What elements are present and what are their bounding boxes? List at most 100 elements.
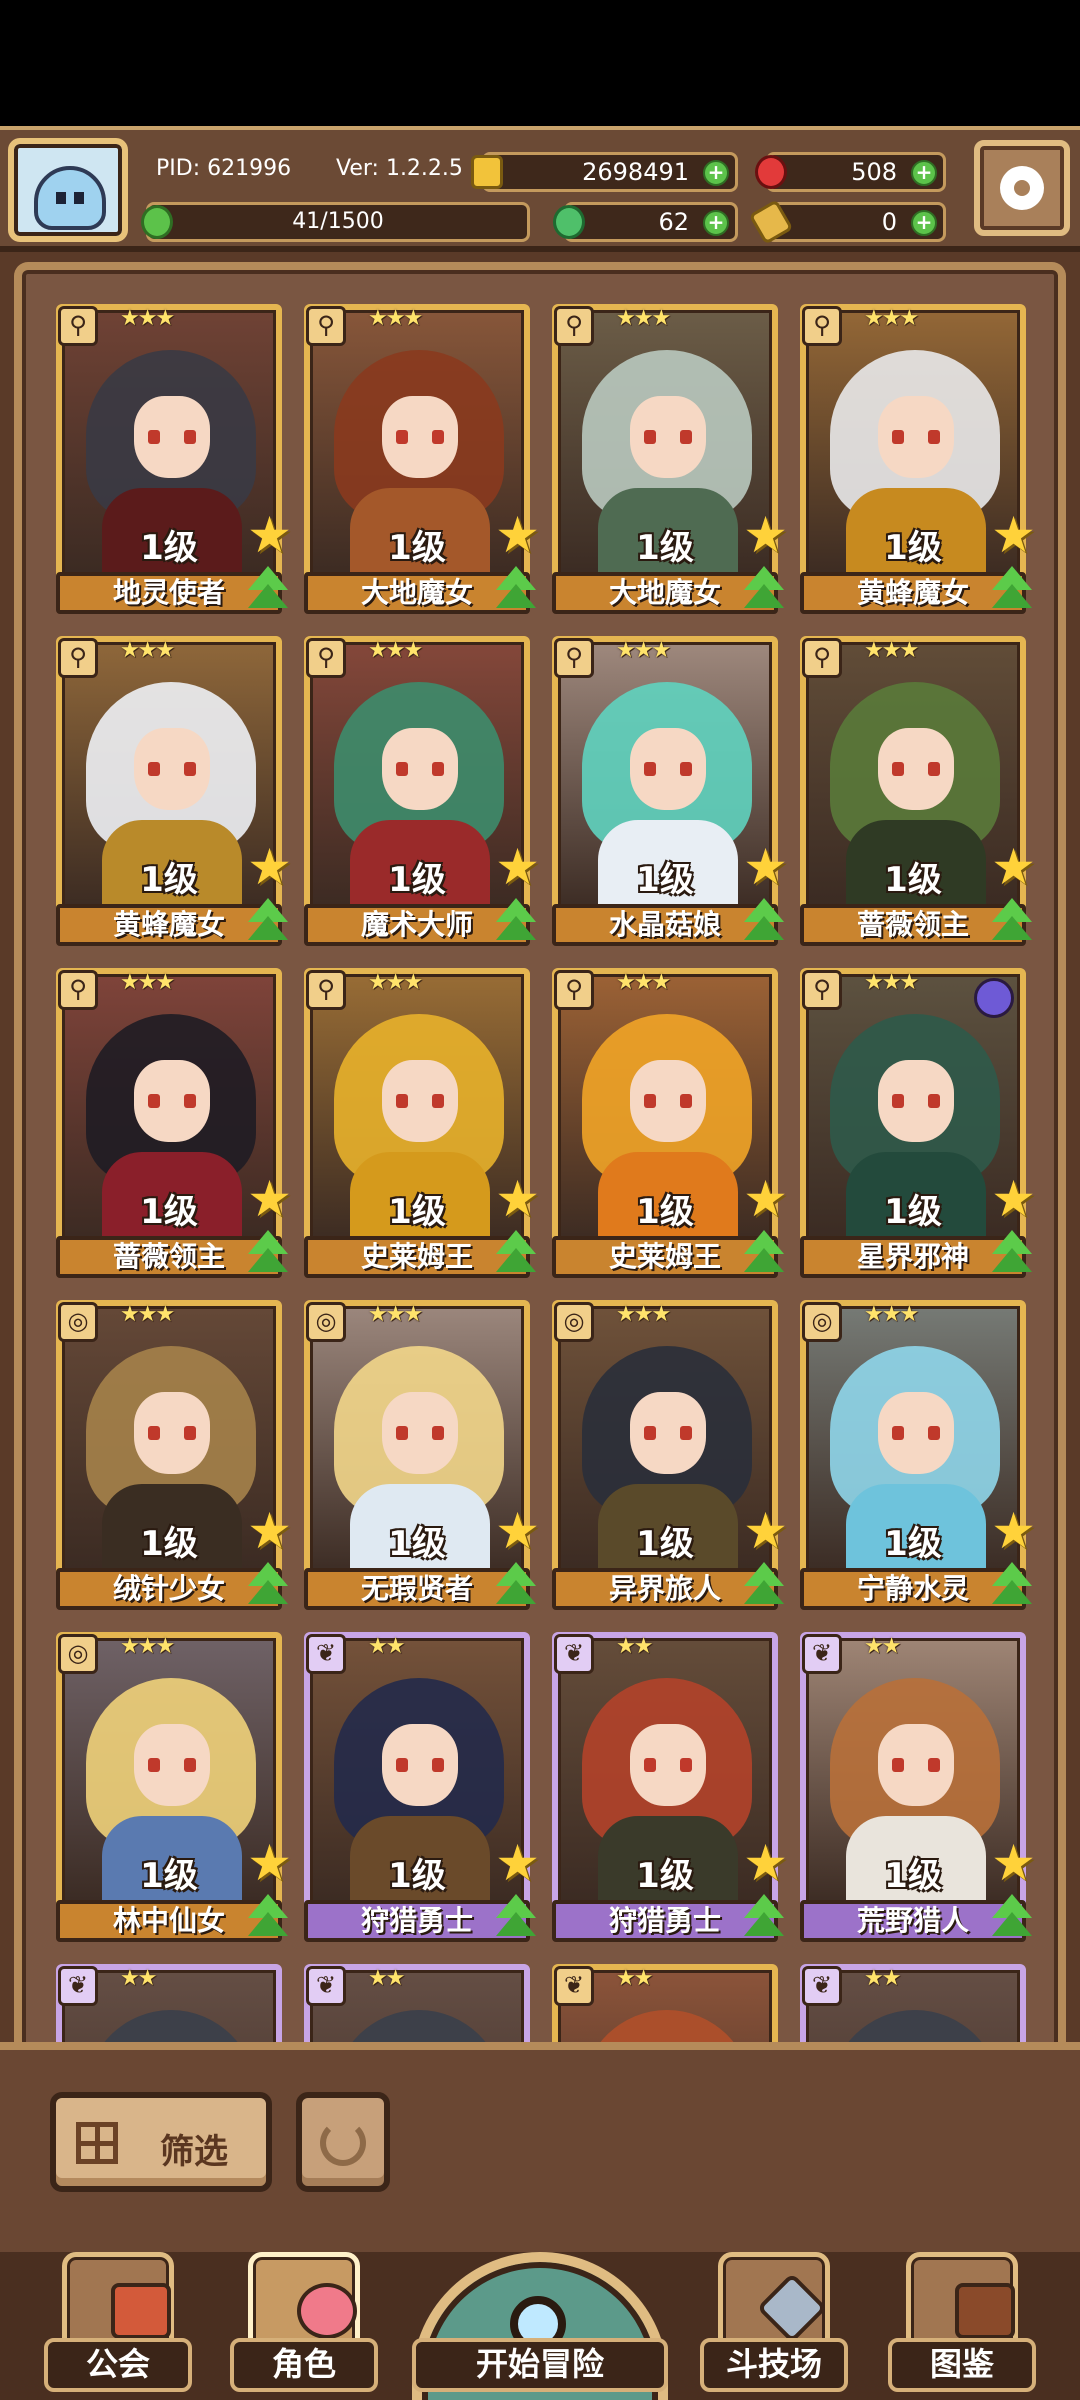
upgrade-arrow-icon[interactable]: [244, 1894, 292, 1942]
filter-button[interactable]: 筛选: [50, 2092, 272, 2192]
magnifier-icon: ⚲: [802, 638, 842, 678]
character-card[interactable]: ◎ ★★★ 1级 ★ 宁静水灵: [800, 1300, 1036, 1610]
settings-button[interactable]: [974, 140, 1070, 236]
character-face: [630, 728, 706, 810]
upgrade-arrow-icon[interactable]: [492, 1562, 540, 1610]
nav-start-adventure[interactable]: 开始冒险: [412, 2252, 668, 2400]
upgrade-arrow-icon[interactable]: [492, 1894, 540, 1942]
energy-icon: [141, 205, 173, 239]
character-face: [382, 1392, 458, 1474]
character-card[interactable]: ⚲ ★★★ 1级 ★ 史莱姆王: [552, 968, 788, 1278]
target-icon: ◎: [802, 1302, 842, 1342]
feather-icon: ❦: [802, 1966, 842, 2006]
character-card[interactable]: ⚲ ★★★ 1级 ★ 大地魔女: [304, 304, 540, 614]
orb-icon: [974, 978, 1014, 1018]
rank-stars: ★★★: [368, 638, 423, 663]
game-version: Ver: 1.2.2.5: [336, 156, 463, 181]
magnifier-icon: ⚲: [58, 638, 98, 678]
rank-stars: ★★: [864, 1634, 901, 1659]
crossed-swords-icon: [756, 2272, 828, 2344]
character-list-area: ⚲ ★★★ 1级 ★ 地灵使者 ⚲ ★★★ 1级 ★ 大地魔女 ⚲ ★★★ 1级 ★ 大地魔女 ⚲ ★★★ 1级 ★…: [0, 252, 1080, 2062]
upgrade-arrow-icon[interactable]: [740, 1230, 788, 1278]
character-card[interactable]: ⚲ ★★★ 1级 ★ 地灵使者: [56, 304, 292, 614]
character-card[interactable]: ◎ ★★★ 1级 ★ 无瑕贤者: [304, 1300, 540, 1610]
character-card[interactable]: ⚲ ★★★ 1级 ★ 魔术大师: [304, 636, 540, 946]
gold-coin-icon: [471, 155, 503, 189]
character-card[interactable]: ❦ ★★ 1级 ★ 荒野猎人: [800, 1632, 1036, 1942]
guild-house-icon: [111, 2283, 171, 2339]
upgrade-arrow-icon[interactable]: [988, 1562, 1036, 1610]
character-card[interactable]: ❦★★★: [56, 1964, 282, 2044]
character-card[interactable]: ❦★★★: [552, 1964, 778, 2044]
upgrade-arrow-icon[interactable]: [244, 1230, 292, 1278]
upgrade-arrow-icon[interactable]: [492, 1230, 540, 1278]
feather-icon: ❦: [306, 1634, 346, 1674]
star-icon: ★: [247, 1834, 292, 1892]
upgrade-arrow-icon[interactable]: [492, 566, 540, 614]
rank-stars: ★★★: [368, 1302, 423, 1327]
character-card[interactable]: ⚲ ★★★ 1级 ★ 黄蜂魔女: [800, 304, 1036, 614]
star-icon: ★: [247, 1502, 292, 1560]
add-ticket-button[interactable]: +: [911, 210, 937, 236]
character-card[interactable]: ❦★★★: [304, 1964, 530, 2044]
character-card[interactable]: ⚲ ★★★ 1级 ★ 大地魔女: [552, 304, 788, 614]
character-face: [382, 396, 458, 478]
refresh-button[interactable]: [296, 2092, 390, 2192]
character-card[interactable]: ❦★★★: [800, 1964, 1026, 2044]
star-icon: ★: [743, 506, 788, 564]
upgrade-arrow-icon[interactable]: [988, 898, 1036, 946]
clover-counter: 62 +: [553, 202, 738, 242]
character-card[interactable]: ◎ ★★★ 1级 ★ 林中仙女: [56, 1632, 292, 1942]
upgrade-arrow-icon[interactable]: [740, 1894, 788, 1942]
character-face: [630, 1724, 706, 1806]
character-card[interactable]: ⚲ ★★★ 1级 ★ 蔷薇领主: [56, 968, 292, 1278]
character-card[interactable]: ❦ ★★ 1级 ★ 狩猎勇士: [304, 1632, 540, 1942]
upgrade-arrow-icon[interactable]: [244, 1562, 292, 1610]
add-clover-button[interactable]: +: [703, 210, 729, 236]
star-icon: ★: [743, 1502, 788, 1560]
upgrade-arrow-icon[interactable]: [988, 1894, 1036, 1942]
character-face: [878, 1724, 954, 1806]
add-gold-button[interactable]: +: [703, 160, 729, 186]
magnifier-icon: ⚲: [554, 638, 594, 678]
add-gem-button[interactable]: +: [911, 160, 937, 186]
upgrade-arrow-icon[interactable]: [244, 566, 292, 614]
status-bar: [0, 0, 1080, 126]
star-icon: ★: [991, 1502, 1036, 1560]
rank-stars: ★★: [616, 1966, 653, 1991]
rank-stars: ★★★: [368, 306, 423, 331]
clover-icon: [553, 205, 585, 239]
character-card[interactable]: ⚲ ★★★ 1级 ★ 水晶菇娘: [552, 636, 788, 946]
character-card[interactable]: ◎ ★★★ 1级 ★ 绒针少女: [56, 1300, 292, 1610]
magnifier-icon: ⚲: [802, 306, 842, 346]
star-icon: ★: [991, 1170, 1036, 1228]
character-card[interactable]: ⚲ ★★★ 1级 ★ 蔷薇领主: [800, 636, 1036, 946]
character-card[interactable]: ❦ ★★ 1级 ★ 狩猎勇士: [552, 1632, 788, 1942]
upgrade-arrow-icon[interactable]: [988, 566, 1036, 614]
player-avatar[interactable]: [8, 138, 128, 242]
filter-label: 筛选: [160, 2132, 228, 2172]
upgrade-arrow-icon[interactable]: [740, 566, 788, 614]
character-card[interactable]: ⚲ ★★★ 1级 ★ 星界邪神: [800, 968, 1036, 1278]
energy-bar: 41/1500: [141, 202, 530, 242]
upgrade-arrow-icon[interactable]: [492, 898, 540, 946]
rank-stars: ★★★: [120, 1634, 175, 1659]
character-face: [630, 1392, 706, 1474]
character-card[interactable]: ◎ ★★★ 1级 ★ 异界旅人: [552, 1300, 788, 1610]
upgrade-arrow-icon[interactable]: [740, 1562, 788, 1610]
rank-stars: ★★★: [864, 970, 919, 995]
star-icon: ★: [247, 838, 292, 896]
character-card[interactable]: ⚲ ★★★ 1级 ★ 史莱姆王: [304, 968, 540, 1278]
character-card[interactable]: ⚲ ★★★ 1级 ★ 黄蜂魔女: [56, 636, 292, 946]
refresh-icon: [320, 2120, 366, 2166]
upgrade-arrow-icon[interactable]: [244, 898, 292, 946]
magnifier-icon: ⚲: [802, 970, 842, 1010]
rank-stars: ★★★: [864, 306, 919, 331]
upgrade-arrow-icon[interactable]: [988, 1230, 1036, 1278]
feather-icon: ❦: [554, 1966, 594, 2006]
upgrade-arrow-icon[interactable]: [740, 898, 788, 946]
character-grid[interactable]: ⚲ ★★★ 1级 ★ 地灵使者 ⚲ ★★★ 1级 ★ 大地魔女 ⚲ ★★★ 1级 ★ 大地魔女 ⚲ ★★★ 1级 ★…: [56, 304, 1036, 2044]
character-hair: [830, 2010, 1000, 2044]
star-icon: ★: [495, 838, 540, 896]
star-icon: ★: [495, 1170, 540, 1228]
